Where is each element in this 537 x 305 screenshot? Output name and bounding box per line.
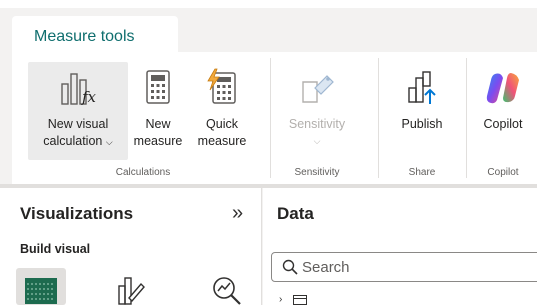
analytics-magnifier-icon	[213, 277, 241, 305]
search-input[interactable]	[302, 257, 532, 277]
publish-icon	[408, 71, 436, 104]
sensitivity-label: Sensitivity	[288, 117, 346, 131]
copilot-label: Copilot	[483, 117, 523, 131]
quick-measure-line1: Quick	[206, 117, 238, 131]
table-expand-row[interactable]: ›	[279, 292, 319, 305]
copilot-button[interactable]: Copilot	[472, 62, 534, 160]
group-label-copilot: Copilot	[487, 167, 519, 178]
collapse-pane-button[interactable]: »	[232, 202, 243, 225]
ribbon: fx New visual calculation ⌵ New measure	[12, 52, 537, 184]
visualizations-title: Visualizations	[20, 204, 134, 223]
build-visual-label: Build visual	[20, 242, 91, 256]
publish-label: Publish	[401, 117, 443, 131]
tab-measure-tools[interactable]: Measure tools	[12, 16, 178, 52]
group-label-share: Share	[408, 167, 436, 178]
table-visual-button[interactable]	[16, 268, 66, 305]
format-visual-icon	[118, 277, 145, 305]
sensitivity-label-icon	[302, 75, 334, 103]
search-icon	[282, 259, 298, 275]
table-icon	[293, 295, 307, 305]
group-separator	[270, 58, 271, 178]
quick-measure-line2: measure	[197, 134, 247, 148]
copilot-icon	[486, 73, 519, 104]
quick-measure-icon	[207, 68, 236, 104]
new-visual-calc-line2: calculation ⌵	[43, 134, 113, 148]
data-title: Data	[277, 204, 314, 223]
analytics-button[interactable]	[210, 274, 250, 305]
chevron-right-icon: ›	[279, 294, 283, 305]
calculator-icon	[146, 70, 170, 104]
ribbon-tab-row: Measure tools	[0, 8, 537, 52]
group-label-sensitivity: Sensitivity	[294, 167, 340, 178]
new-visual-calc-line1: New visual	[47, 117, 109, 131]
svg-text:fx: fx	[81, 88, 97, 106]
quick-measure-button[interactable]: Quick measure	[186, 62, 258, 160]
chevron-down-icon: ⌵	[105, 137, 113, 147]
new-measure-button[interactable]: New measure	[130, 62, 186, 160]
group-label-calculations: Calculations	[115, 167, 171, 178]
data-pane: Data ›	[263, 188, 537, 305]
new-measure-line1: New	[145, 117, 171, 131]
chevron-down-icon: ⌵	[313, 136, 321, 146]
format-visual-button[interactable]	[114, 274, 154, 305]
group-separator	[378, 58, 379, 178]
search-box[interactable]	[271, 252, 537, 282]
publish-button[interactable]: Publish	[390, 62, 454, 160]
visual-calculation-icon: fx	[61, 73, 97, 106]
title-bar-strip	[0, 0, 537, 8]
new-visual-calculation-button[interactable]: fx New visual calculation ⌵	[28, 62, 128, 160]
table-visual-icon	[25, 278, 57, 304]
group-separator	[466, 58, 467, 178]
visualizations-pane: Visualizations » Build visual	[0, 188, 262, 305]
sensitivity-button[interactable]: Sensitivity ⌵	[276, 62, 358, 160]
new-measure-line2: measure	[133, 134, 183, 148]
